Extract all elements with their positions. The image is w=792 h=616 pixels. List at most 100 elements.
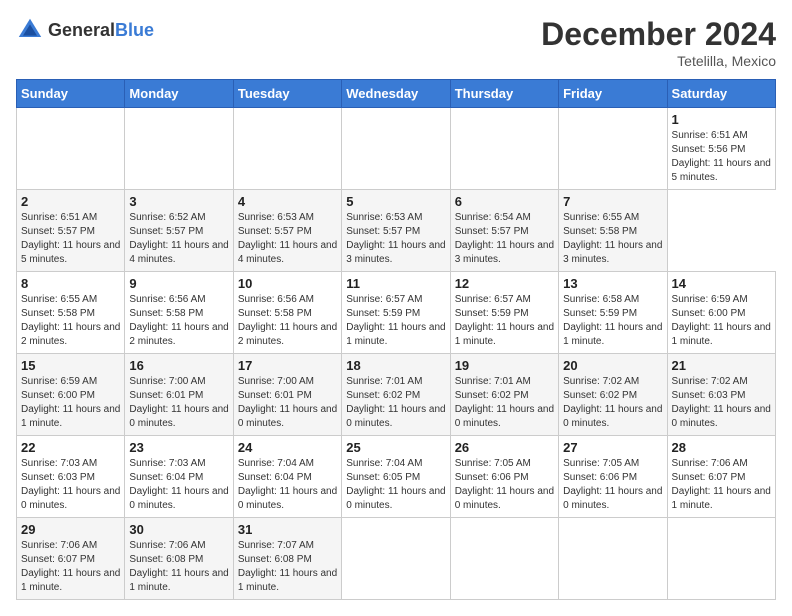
day-number: 23	[129, 440, 228, 455]
calendar-cell: 8 Sunrise: 6:55 AMSunset: 5:58 PMDaylight…	[17, 272, 125, 354]
calendar-cell: 9 Sunrise: 6:56 AMSunset: 5:58 PMDaylight…	[125, 272, 233, 354]
calendar-cell: 2Sunrise: 6:51 AMSunset: 5:57 PMDaylight…	[17, 190, 125, 272]
day-detail: Sunrise: 6:53 AMSunset: 5:57 PMDaylight:…	[238, 211, 337, 267]
calendar-cell	[450, 518, 558, 600]
calendar-cell	[233, 108, 341, 190]
calendar-cell: 6 Sunrise: 6:54 AMSunset: 5:57 PMDaylight…	[450, 190, 558, 272]
calendar-cell: 20Sunrise: 7:02 AMSunset: 6:02 PMDayligh…	[559, 354, 667, 436]
day-number: 12	[455, 276, 554, 291]
day-detail: Sunrise: 6:57 AMSunset: 5:59 PMDaylight:…	[455, 293, 554, 349]
day-detail: Sunrise: 7:06 AMSunset: 6:07 PMDaylight:…	[672, 457, 771, 513]
calendar-cell: 24Sunrise: 7:04 AMSunset: 6:04 PMDayligh…	[233, 436, 341, 518]
calendar-table: SundayMondayTuesdayWednesdayThursdayFrid…	[16, 79, 776, 600]
day-detail: Sunrise: 7:03 AMSunset: 6:03 PMDaylight:…	[21, 457, 120, 513]
day-detail: Sunrise: 6:55 AMSunset: 5:58 PMDaylight:…	[21, 293, 120, 349]
day-detail: Sunrise: 7:06 AMSunset: 6:08 PMDaylight:…	[129, 539, 228, 595]
header-cell-tuesday: Tuesday	[233, 80, 341, 108]
day-number: 16	[129, 358, 228, 373]
day-number: 8	[21, 276, 120, 291]
day-number: 5	[346, 194, 445, 209]
day-detail: Sunrise: 6:58 AMSunset: 5:59 PMDaylight:…	[563, 293, 662, 349]
day-detail: Sunrise: 6:52 AMSunset: 5:57 PMDaylight:…	[129, 211, 228, 267]
day-number: 31	[238, 522, 337, 537]
calendar-cell: 19 Sunrise: 7:01 AMSunset: 6:02 PMDayligh…	[450, 354, 558, 436]
day-number: 30	[129, 522, 228, 537]
calendar-week-row: 22 Sunrise: 7:03 AMSunset: 6:03 PMDayligh…	[17, 436, 776, 518]
location-title: Tetelilla, Mexico	[541, 53, 776, 69]
calendar-cell: 31 Sunrise: 7:07 AMSunset: 6:08 PMDayligh…	[233, 518, 341, 600]
title-block: December 2024 Tetelilla, Mexico	[541, 16, 776, 69]
day-number: 9	[129, 276, 228, 291]
day-detail: Sunrise: 7:04 AMSunset: 6:05 PMDaylight:…	[346, 457, 445, 513]
day-detail: Sunrise: 6:53 AMSunset: 5:57 PMDaylight:…	[346, 211, 445, 267]
day-number: 24	[238, 440, 337, 455]
calendar-cell: 18 Sunrise: 7:01 AMSunset: 6:02 PMDayligh…	[342, 354, 450, 436]
header-cell-sunday: Sunday	[17, 80, 125, 108]
calendar-week-row: 2Sunrise: 6:51 AMSunset: 5:57 PMDaylight…	[17, 190, 776, 272]
day-number: 27	[563, 440, 662, 455]
calendar-cell: 29Sunrise: 7:06 AMSunset: 6:07 PMDayligh…	[17, 518, 125, 600]
day-number: 28	[672, 440, 771, 455]
calendar-cell	[342, 108, 450, 190]
day-detail: Sunrise: 7:02 AMSunset: 6:03 PMDaylight:…	[672, 375, 771, 431]
calendar-cell: 21 Sunrise: 7:02 AMSunset: 6:03 PMDayligh…	[667, 354, 775, 436]
calendar-cell	[559, 518, 667, 600]
calendar-cell: 26 Sunrise: 7:05 AMSunset: 6:06 PMDayligh…	[450, 436, 558, 518]
day-detail: Sunrise: 7:01 AMSunset: 6:02 PMDaylight:…	[455, 375, 554, 431]
calendar-week-row: 1Sunrise: 6:51 AMSunset: 5:56 PMDaylight…	[17, 108, 776, 190]
day-number: 14	[672, 276, 771, 291]
day-number: 17	[238, 358, 337, 373]
day-detail: Sunrise: 6:54 AMSunset: 5:57 PMDaylight:…	[455, 211, 554, 267]
calendar-week-row: 8 Sunrise: 6:55 AMSunset: 5:58 PMDaylight…	[17, 272, 776, 354]
day-detail: Sunrise: 6:55 AMSunset: 5:58 PMDaylight:…	[563, 211, 662, 267]
calendar-cell: 1Sunrise: 6:51 AMSunset: 5:56 PMDaylight…	[667, 108, 775, 190]
calendar-cell: 17 Sunrise: 7:00 AMSunset: 6:01 PMDayligh…	[233, 354, 341, 436]
day-detail: Sunrise: 7:00 AMSunset: 6:01 PMDaylight:…	[129, 375, 228, 431]
calendar-cell: 25Sunrise: 7:04 AMSunset: 6:05 PMDayligh…	[342, 436, 450, 518]
day-number: 22	[21, 440, 120, 455]
logo-icon	[16, 16, 44, 44]
calendar-cell: 22 Sunrise: 7:03 AMSunset: 6:03 PMDayligh…	[17, 436, 125, 518]
calendar-cell	[559, 108, 667, 190]
day-number: 2	[21, 194, 120, 209]
calendar-cell: 5 Sunrise: 6:53 AMSunset: 5:57 PMDaylight…	[342, 190, 450, 272]
day-number: 15	[21, 358, 120, 373]
calendar-week-row: 29Sunrise: 7:06 AMSunset: 6:07 PMDayligh…	[17, 518, 776, 600]
day-detail: Sunrise: 6:59 AMSunset: 6:00 PMDaylight:…	[21, 375, 120, 431]
day-number: 18	[346, 358, 445, 373]
header-cell-thursday: Thursday	[450, 80, 558, 108]
day-detail: Sunrise: 6:57 AMSunset: 5:59 PMDaylight:…	[346, 293, 445, 349]
calendar-cell: 23 Sunrise: 7:03 AMSunset: 6:04 PMDayligh…	[125, 436, 233, 518]
day-detail: Sunrise: 7:07 AMSunset: 6:08 PMDaylight:…	[238, 539, 337, 595]
header-cell-monday: Monday	[125, 80, 233, 108]
calendar-cell	[17, 108, 125, 190]
day-detail: Sunrise: 7:00 AMSunset: 6:01 PMDaylight:…	[238, 375, 337, 431]
calendar-cell: 28 Sunrise: 7:06 AMSunset: 6:07 PMDayligh…	[667, 436, 775, 518]
day-detail: Sunrise: 7:01 AMSunset: 6:02 PMDaylight:…	[346, 375, 445, 431]
day-number: 10	[238, 276, 337, 291]
logo-text-blue: Blue	[115, 20, 154, 40]
day-detail: Sunrise: 6:56 AMSunset: 5:58 PMDaylight:…	[238, 293, 337, 349]
header-cell-wednesday: Wednesday	[342, 80, 450, 108]
day-number: 1	[672, 112, 771, 127]
day-number: 6	[455, 194, 554, 209]
day-detail: Sunrise: 7:05 AMSunset: 6:06 PMDaylight:…	[455, 457, 554, 513]
calendar-cell	[667, 518, 775, 600]
day-number: 26	[455, 440, 554, 455]
header-cell-friday: Friday	[559, 80, 667, 108]
calendar-cell	[342, 518, 450, 600]
day-number: 3	[129, 194, 228, 209]
calendar-cell: 12 Sunrise: 6:57 AMSunset: 5:59 PMDayligh…	[450, 272, 558, 354]
day-detail: Sunrise: 6:56 AMSunset: 5:58 PMDaylight:…	[129, 293, 228, 349]
day-number: 13	[563, 276, 662, 291]
day-number: 19	[455, 358, 554, 373]
day-number: 21	[672, 358, 771, 373]
calendar-cell: 27Sunrise: 7:05 AMSunset: 6:06 PMDayligh…	[559, 436, 667, 518]
day-number: 11	[346, 276, 445, 291]
header-cell-saturday: Saturday	[667, 80, 775, 108]
calendar-cell: 13 Sunrise: 6:58 AMSunset: 5:59 PMDayligh…	[559, 272, 667, 354]
calendar-cell: 14Sunrise: 6:59 AMSunset: 6:00 PMDayligh…	[667, 272, 775, 354]
calendar-header-row: SundayMondayTuesdayWednesdayThursdayFrid…	[17, 80, 776, 108]
day-detail: Sunrise: 7:03 AMSunset: 6:04 PMDaylight:…	[129, 457, 228, 513]
calendar-cell: 30 Sunrise: 7:06 AMSunset: 6:08 PMDayligh…	[125, 518, 233, 600]
